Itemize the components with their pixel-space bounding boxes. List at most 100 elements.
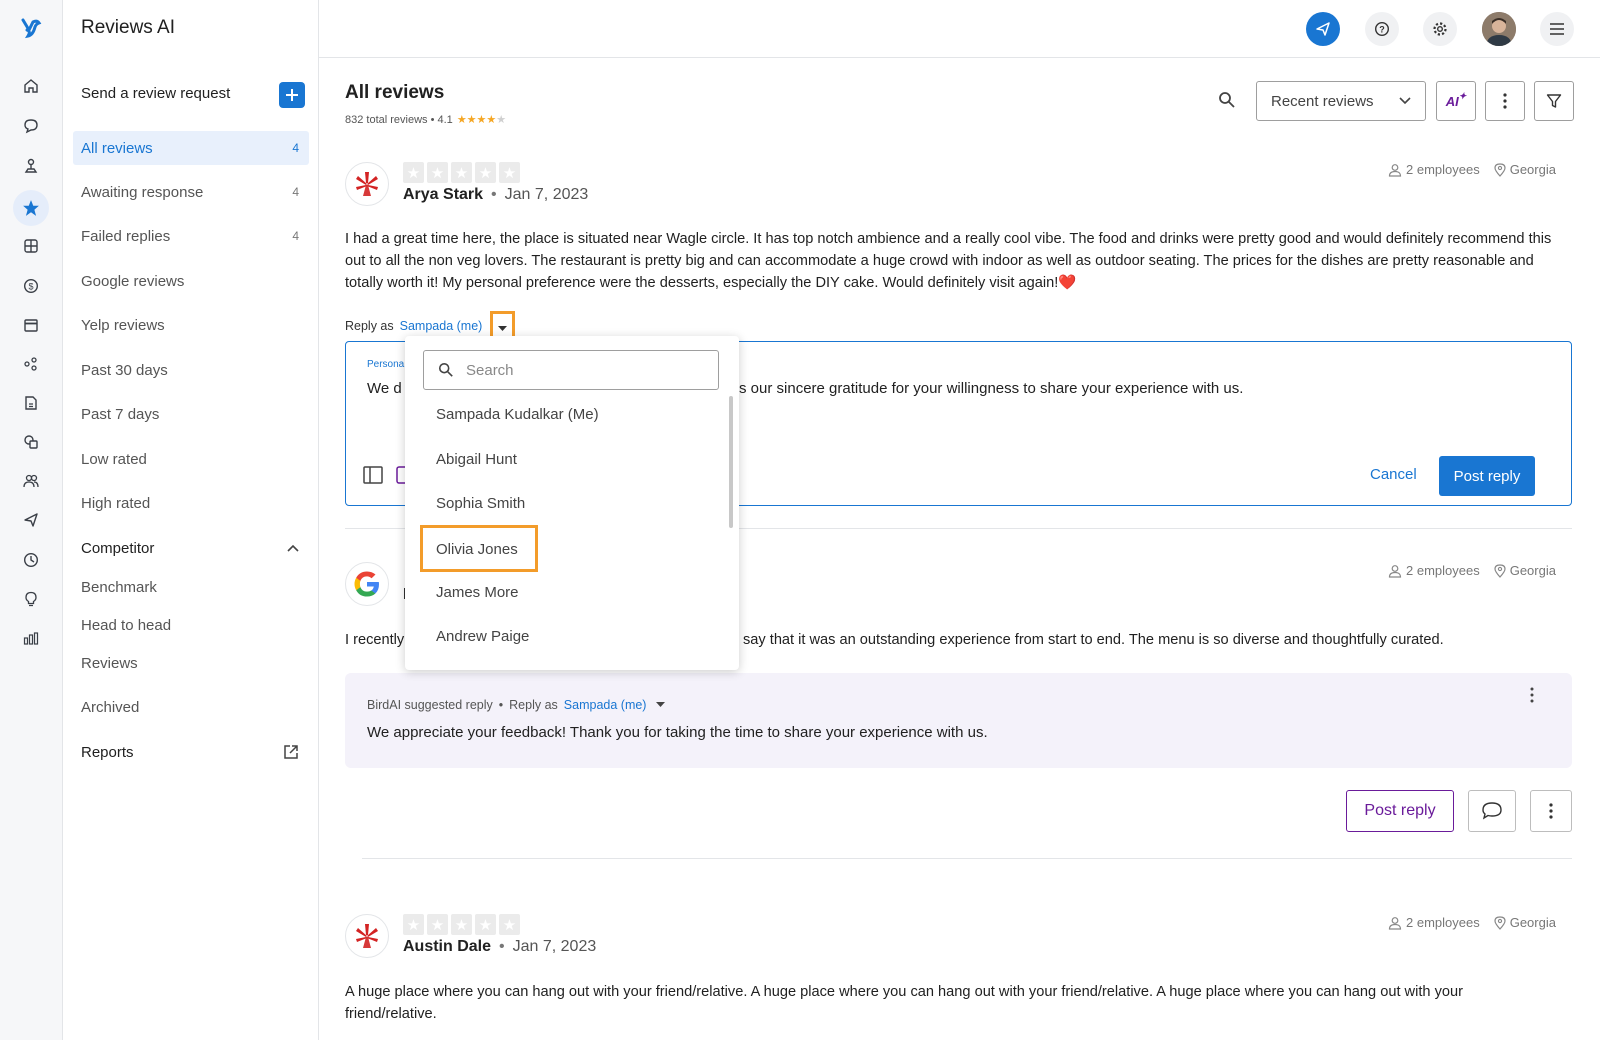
sidebar-item-high-rated[interactable]: High rated — [73, 486, 309, 520]
reply-as-row: Reply as Sampada (me) — [345, 319, 482, 333]
dropdown-search-field[interactable]: Search — [423, 350, 719, 390]
star-icon: ★ — [475, 914, 496, 935]
chat-icon[interactable] — [19, 114, 43, 138]
sidebar-item-archived[interactable]: Archived — [73, 690, 309, 724]
google-icon — [354, 571, 379, 597]
cancel-button[interactable]: Cancel — [1370, 466, 1417, 483]
filter-button[interactable] — [1534, 81, 1574, 121]
reply-as-name[interactable]: Sampada (me) — [400, 319, 483, 333]
location-icon — [1494, 915, 1506, 930]
caret-down-icon[interactable] — [656, 702, 666, 708]
panel-icon[interactable] — [363, 466, 383, 484]
sidebar-item-google-reviews[interactable]: Google reviews — [73, 264, 309, 298]
caret-down-icon — [498, 326, 507, 331]
people-icon[interactable] — [19, 469, 43, 493]
grid-icon[interactable] — [19, 234, 43, 258]
dropdown-option-label: Olivia Jones — [436, 541, 518, 558]
dropdown-option[interactable]: James More — [436, 584, 519, 601]
dropdown-option[interactable]: Abigail Hunt — [436, 451, 517, 468]
reply-as-label: Reply as — [345, 319, 394, 333]
calendar-icon[interactable] — [19, 313, 43, 337]
yelp-logo — [345, 914, 389, 958]
star-icon: ★ — [451, 162, 472, 183]
person-icon — [1388, 163, 1402, 177]
suggested-label: BirdAI suggested reply — [367, 698, 493, 712]
dollar-icon[interactable]: $ — [19, 274, 43, 298]
sidebar-section-competitor[interactable]: Competitor — [73, 531, 309, 565]
bars-icon[interactable] — [19, 626, 43, 650]
send-icon[interactable] — [19, 508, 43, 532]
sidebar-item-count: 4 — [292, 229, 299, 243]
add-request-button[interactable] — [279, 82, 305, 108]
logo-icon[interactable] — [19, 16, 43, 40]
sidebar-item-all-reviews[interactable]: All reviews 4 — [73, 131, 309, 165]
suggested-more-button[interactable] — [1530, 687, 1534, 703]
nodes-icon[interactable] — [19, 352, 43, 376]
dropdown-scrollbar[interactable] — [729, 396, 733, 528]
sidebar-item-label: Awaiting response — [81, 183, 204, 201]
sidebar-item-reports[interactable]: Reports — [73, 735, 309, 769]
kebab-icon — [1503, 93, 1507, 109]
send-button[interactable] — [1306, 12, 1340, 46]
editor-label: Persona — [367, 359, 405, 370]
reviewer-name[interactable]: Austin Dale — [403, 938, 491, 956]
sidebar-item-failed-replies[interactable]: Failed replies 4 — [73, 219, 309, 253]
sidebar-item-yelp-reviews[interactable]: Yelp reviews — [73, 308, 309, 342]
sparkle-icon: ✦ — [1458, 90, 1467, 101]
home-icon[interactable] — [19, 74, 43, 98]
document-icon[interactable] — [19, 391, 43, 415]
post-reply-button[interactable]: Post reply — [1439, 456, 1535, 496]
pin-icon[interactable] — [19, 154, 43, 178]
review-location: Georgia — [1509, 563, 1556, 578]
sidebar-item-count: 4 — [292, 185, 299, 199]
dropdown-option[interactable]: Sophia Smith — [436, 495, 525, 512]
comment-button[interactable] — [1468, 790, 1516, 832]
sidebar-item-label: Yelp reviews — [81, 316, 165, 334]
send-request-label[interactable]: Send a review request — [81, 85, 230, 102]
sidebar-item-head-to-head[interactable]: Head to head — [73, 608, 309, 642]
summary-text: 832 total reviews • 4.1 — [345, 113, 453, 126]
ai-button[interactable]: AI ✦ — [1436, 81, 1476, 121]
dropdown-option[interactable]: Sampada Kudalkar (Me) — [436, 406, 599, 423]
dropdown-option[interactable]: Andrew Paige — [436, 628, 529, 645]
search-icon[interactable] — [1218, 91, 1236, 109]
location-icon — [1494, 563, 1506, 578]
review-more-button[interactable] — [1530, 790, 1572, 832]
settings-button[interactable] — [1423, 12, 1457, 46]
review-text-end: say that it was an outstanding experienc… — [743, 632, 1444, 648]
sidebar-item-benchmark[interactable]: Benchmark — [73, 570, 309, 604]
more-options-button[interactable] — [1485, 81, 1525, 121]
sidebar-item-awaiting-response[interactable]: Awaiting response 4 — [73, 175, 309, 209]
sidebar-item-past-7-days[interactable]: Past 7 days — [73, 397, 309, 431]
editor-text-start: We d — [367, 380, 402, 397]
sidebar-item-low-rated[interactable]: Low rated — [73, 442, 309, 476]
sidebar-item-label: Reports — [81, 743, 134, 761]
avatar[interactable] — [1482, 12, 1516, 46]
chart-clock-icon[interactable] — [19, 548, 43, 572]
employees-count: 2 employees — [1406, 915, 1480, 930]
suggested-reply-text: We appreciate your feedback! Thank you f… — [367, 724, 988, 741]
chevron-up-icon — [287, 544, 299, 552]
suggested-reply-box: BirdAI suggested reply • Reply as Sampad… — [345, 673, 1572, 768]
comment-icon — [1482, 802, 1502, 820]
gear-icon — [1433, 22, 1447, 36]
sidebar-item-count: 4 — [292, 141, 299, 155]
app-title: Reviews AI — [81, 17, 175, 38]
hamburger-icon — [1550, 23, 1564, 35]
sort-dropdown[interactable]: Recent reviews — [1256, 81, 1426, 121]
bulb-icon[interactable] — [19, 587, 43, 611]
star-icon[interactable] — [13, 190, 49, 226]
sidebar-item-label: Archived — [81, 698, 140, 716]
reviewer-name[interactable]: Arya Stark — [403, 186, 483, 204]
review-header: Arya Stark • Jan 7, 2023 — [403, 186, 589, 204]
menu-button[interactable] — [1540, 12, 1574, 46]
star-icon: ★ — [499, 162, 520, 183]
dropdown-option-highlighted[interactable]: Olivia Jones — [420, 525, 538, 572]
employees-count: 2 employees — [1406, 162, 1480, 177]
post-reply-button[interactable]: Post reply — [1346, 790, 1454, 832]
help-button[interactable]: ? — [1365, 12, 1399, 46]
sidebar-item-past-30-days[interactable]: Past 30 days — [73, 353, 309, 387]
sidebar-item-competitor-reviews[interactable]: Reviews — [73, 646, 309, 680]
reply-as-name[interactable]: Sampada (me) — [564, 698, 647, 712]
shapes-icon[interactable] — [19, 430, 43, 454]
